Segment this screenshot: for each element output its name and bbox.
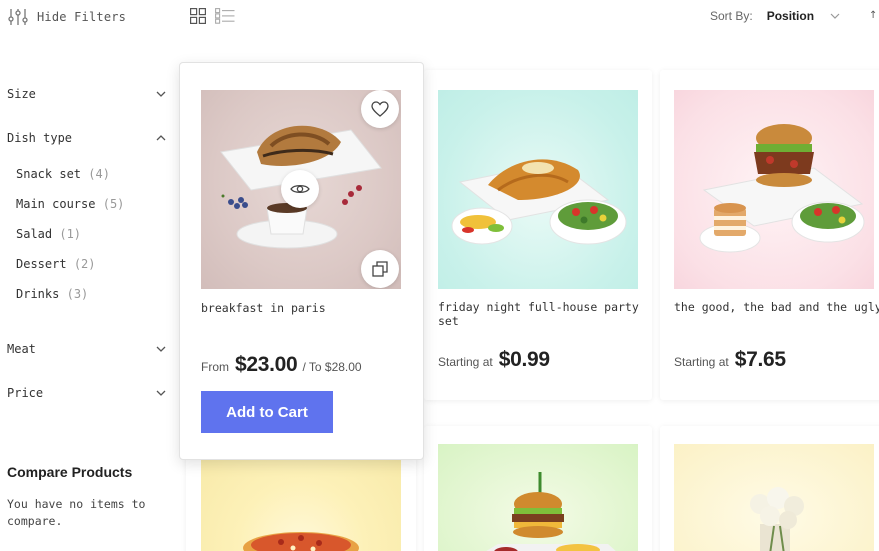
compare-icon — [372, 261, 388, 277]
price-prefix: From — [201, 360, 229, 374]
filter-option-count: (2) — [73, 257, 96, 271]
filter-option-salad[interactable]: Salad (1) — [16, 227, 81, 241]
product-name[interactable]: friday night full-house party set — [438, 300, 652, 328]
quick-view-button[interactable] — [281, 170, 319, 208]
product-image[interactable] — [201, 90, 401, 289]
sort-by-label: Sort By: — [710, 9, 753, 23]
sort-select[interactable]: Position — [767, 9, 814, 23]
chevron-down-icon — [156, 390, 166, 396]
filter-option-label: Drinks — [16, 287, 60, 301]
filter-option-dessert[interactable]: Dessert (2) — [16, 257, 96, 271]
chevron-down-icon — [156, 346, 166, 352]
filter-option-label: Main course — [16, 197, 96, 211]
filter-price-label: Price — [7, 386, 44, 400]
compare-products-empty-text: You have no items to compare. — [7, 497, 146, 528]
pizza-illustration — [243, 532, 359, 551]
filter-option-label: Snack set — [16, 167, 82, 181]
chevron-up-icon — [156, 135, 166, 141]
product-price: From $23.00 / To $28.00 — [201, 353, 362, 377]
product-image[interactable] — [201, 444, 401, 551]
filter-option-snack-set[interactable]: Snack set (4) — [16, 167, 110, 181]
wishlist-button[interactable] — [361, 90, 399, 128]
price-prefix: Starting at — [674, 355, 729, 369]
eye-icon — [290, 184, 310, 194]
sort-direction-icon[interactable]: ↑↓ — [869, 10, 879, 21]
filter-meat-label: Meat — [7, 342, 36, 356]
price-amount: $0.99 — [498, 348, 550, 371]
filter-option-label: Salad — [16, 227, 53, 241]
party-set-illustration — [451, 159, 627, 245]
filter-size[interactable]: Size — [7, 84, 167, 104]
filter-option-drinks[interactable]: Drinks (3) — [16, 287, 88, 301]
filter-meat[interactable]: Meat — [7, 339, 167, 359]
filter-option-main-course[interactable]: Main course (5) — [16, 197, 124, 211]
product-card[interactable] — [660, 426, 879, 551]
product-image[interactable] — [438, 90, 638, 289]
product-card[interactable] — [424, 426, 652, 551]
product-image[interactable] — [674, 90, 874, 289]
hide-filters-label: Hide Filters — [37, 10, 127, 24]
heart-icon — [371, 101, 389, 117]
add-to-cart-button[interactable]: Add to Cart — [201, 391, 333, 433]
compare-products-title: Compare Products — [7, 464, 133, 480]
product-name[interactable]: breakfast in paris — [201, 301, 326, 315]
price-to: / To $28.00 — [302, 360, 362, 374]
filter-option-count: (5) — [102, 197, 125, 211]
product-price: Starting at $7.65 — [674, 348, 786, 372]
product-image[interactable] — [674, 444, 874, 551]
list-view-icon[interactable] — [215, 8, 235, 24]
burger-illustration — [486, 472, 616, 551]
chevron-down-icon[interactable] — [830, 13, 840, 20]
toolbar: Hide Filters Sort By: Position ↑↓ — [0, 0, 879, 34]
sort-control: Sort By: Position — [710, 9, 840, 23]
grid-view-icon[interactable] — [190, 8, 206, 24]
compare-button[interactable] — [361, 250, 399, 288]
product-price: Starting at $0.99 — [438, 348, 550, 372]
filter-size-label: Size — [7, 87, 36, 101]
product-name[interactable]: the good, the bad and the ugly — [674, 300, 879, 314]
price-amount: $7.65 — [734, 348, 786, 371]
product-card-breakfast-in-paris[interactable]: breakfast in paris From $23.00 / To $28.… — [179, 62, 424, 460]
burger-meal-illustration — [699, 124, 865, 253]
filter-option-count: (4) — [88, 167, 110, 181]
filter-option-count: (1) — [59, 227, 82, 241]
filter-dish-type-label: Dish type — [7, 131, 73, 145]
hide-filters-button[interactable]: Hide Filters — [8, 8, 126, 26]
price-amount: $23.00 — [235, 353, 298, 376]
price-prefix: Starting at — [438, 355, 493, 369]
filter-option-label: Dessert — [16, 257, 67, 271]
product-card-good-bad-ugly[interactable]: the good, the bad and the ugly Starting … — [660, 70, 879, 400]
filter-price[interactable]: Price — [7, 383, 167, 403]
filter-dish-type[interactable]: Dish type — [7, 128, 167, 148]
product-card-party-set[interactable]: friday night full-house party set Starti… — [424, 70, 652, 400]
chevron-down-icon — [156, 91, 166, 97]
product-image[interactable] — [438, 444, 638, 551]
filter-sliders-icon — [8, 9, 28, 25]
filter-option-count: (3) — [66, 287, 89, 301]
flowers-illustration — [750, 487, 804, 551]
